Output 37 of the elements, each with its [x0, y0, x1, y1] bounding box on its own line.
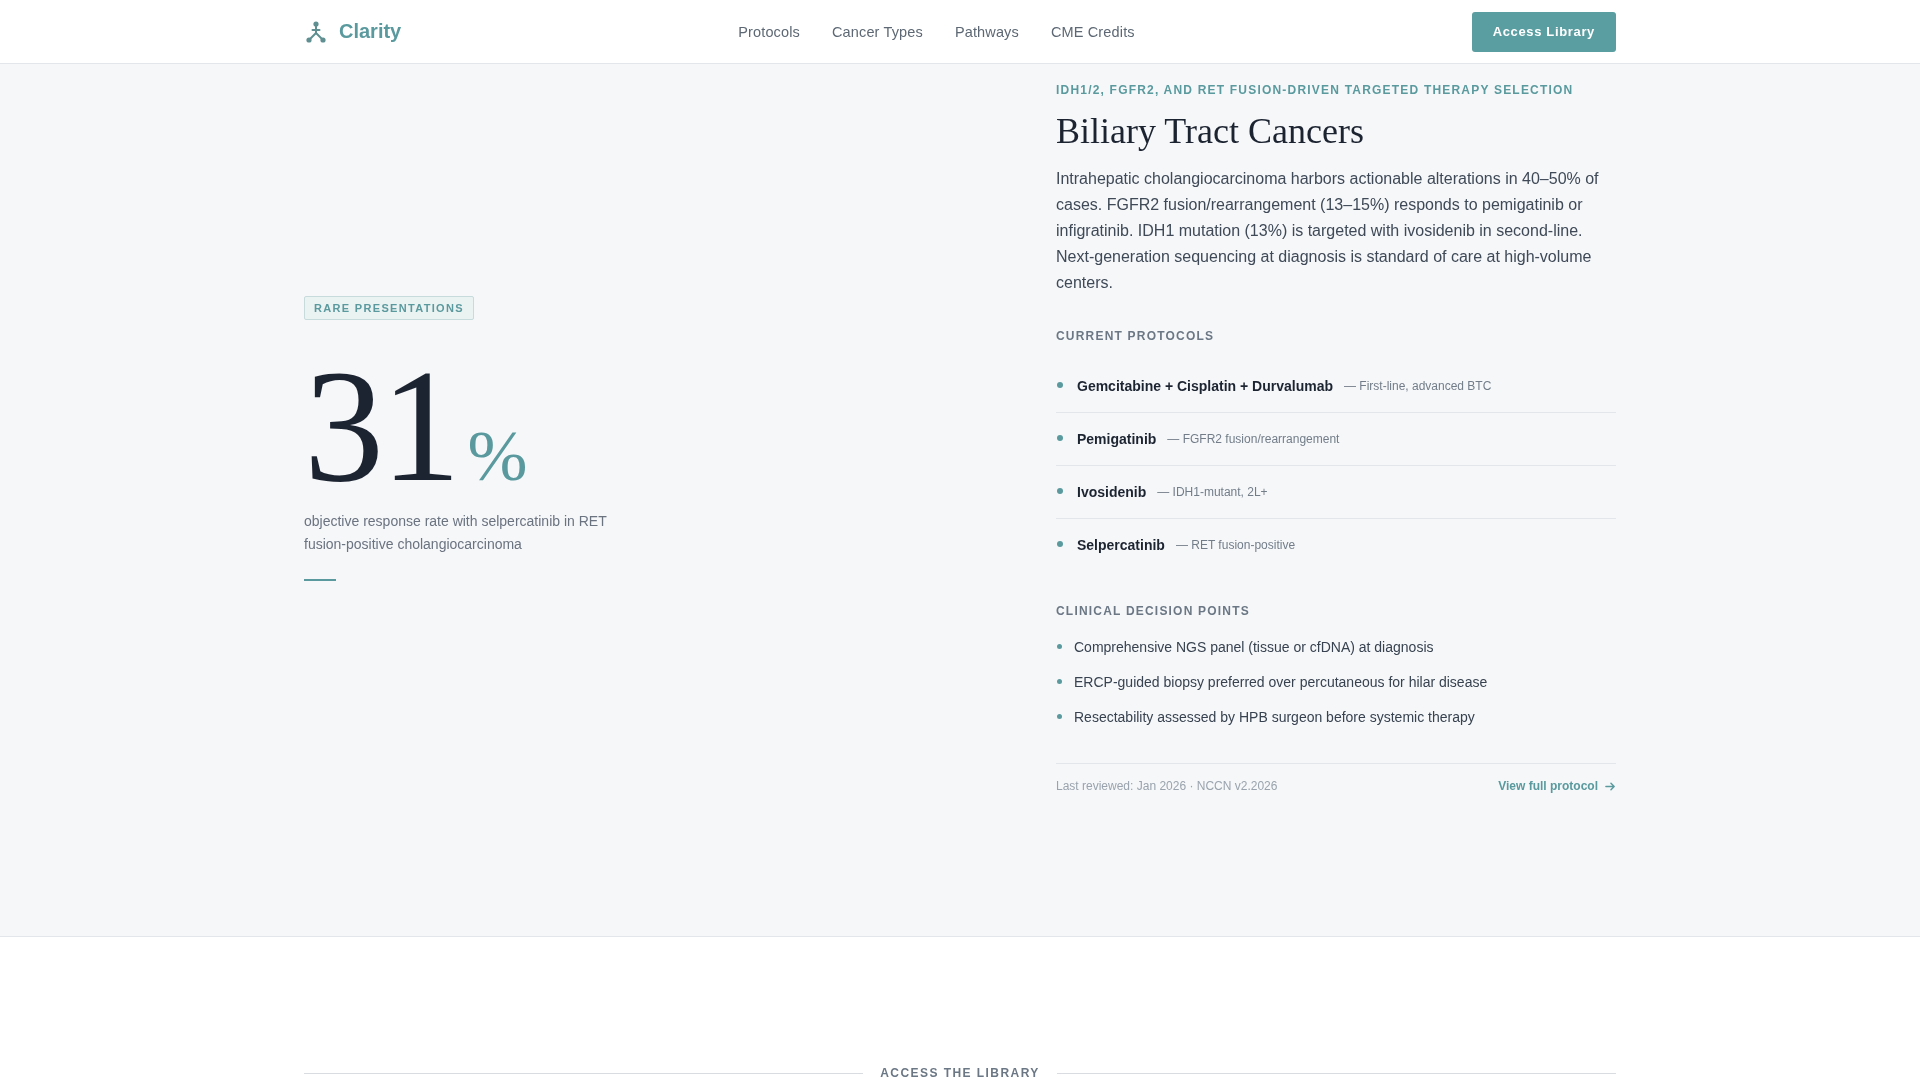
bullet-dot-icon: [1057, 644, 1062, 649]
nav-link[interactable]: CME Credits: [1050, 23, 1135, 40]
stat-caption: objective response rate with selpercatinib in RET fusion-positive cholangiocarcinoma: [304, 511, 608, 554]
nav-link[interactable]: Protocols: [738, 23, 800, 40]
access-library-button[interactable]: Access Library: [1471, 11, 1616, 52]
bullet-dot-icon: [1057, 679, 1062, 684]
molecule-icon: [306, 20, 326, 43]
page-title: Biliary Tract Cancers: [1056, 110, 1365, 153]
bullet-dot-icon: [1057, 381, 1063, 388]
section-eyebrow: IDH1/2, FGFR2, AND RET FUSION-DRIVEN TARGETED THERAPY SELECTION: [1056, 83, 1575, 97]
bullet-dot-icon: [1057, 540, 1063, 547]
arrow-right-icon: [1605, 780, 1616, 792]
stat-value: 31: [304, 345, 458, 506]
category-badge: RARE PRESENTATIONS: [304, 295, 474, 320]
description-paragraph: Intrahepatic cholangiocarcinoma harbors actionable alterations in 40–50% of cases. FGFR2 fusion/rearrangement (13–15%) responds to pemigatinib or infigratinib. IDH1 mutation (13%) is targeted with ivosidenib in second-line. Next-generation sequencing at diagnosis is standard of care at high-volume centers.: [1056, 169, 1600, 293]
protocol-note: — First-line, advanced BTC: [1343, 379, 1492, 393]
protocol-name: Gemcitabine + Cisplatin + Durvalumab: [1077, 378, 1333, 394]
decision-points-heading: CLINICAL DECISION POINTS: [1056, 604, 1251, 618]
protocols-heading: CURRENT PROTOCOLS: [1056, 329, 1216, 343]
decision-point-text: ERCP-guided biopsy preferred over percutaneous for hilar disease: [1074, 673, 1488, 692]
protocol-name: Selpercatinib: [1077, 537, 1165, 553]
protocol-note: — IDH1-mutant, 2L+: [1157, 485, 1268, 499]
protocol-note: — RET fusion-positive: [1175, 538, 1296, 552]
protocol-note: — FGFR2 fusion/rearrangement: [1167, 432, 1340, 446]
decision-point-text: Resectability assessed by HPB surgeon before systemic therapy: [1074, 708, 1475, 727]
bullet-dot-icon: [1057, 487, 1063, 494]
bullet-dot-icon: [1057, 434, 1063, 441]
brand-name: Clarity: [339, 20, 402, 43]
library-section-heading: ACCESS THE LIBRARY: [880, 1066, 1040, 1080]
stat-unit: %: [467, 419, 528, 492]
nav-link[interactable]: Cancer Types: [831, 23, 923, 40]
protocol-name: Ivosidenib: [1077, 484, 1147, 500]
review-meta-text: Last reviewed: Jan 2026 · NCCN v2.2026: [1056, 779, 1278, 793]
protocol-name: Pemigatinib: [1077, 431, 1157, 447]
decision-point-text: Comprehensive NGS panel (tissue or cfDNA) at diagnosis: [1074, 638, 1434, 657]
bullet-dot-icon: [1057, 714, 1062, 719]
nav-link[interactable]: Pathways: [954, 23, 1019, 40]
